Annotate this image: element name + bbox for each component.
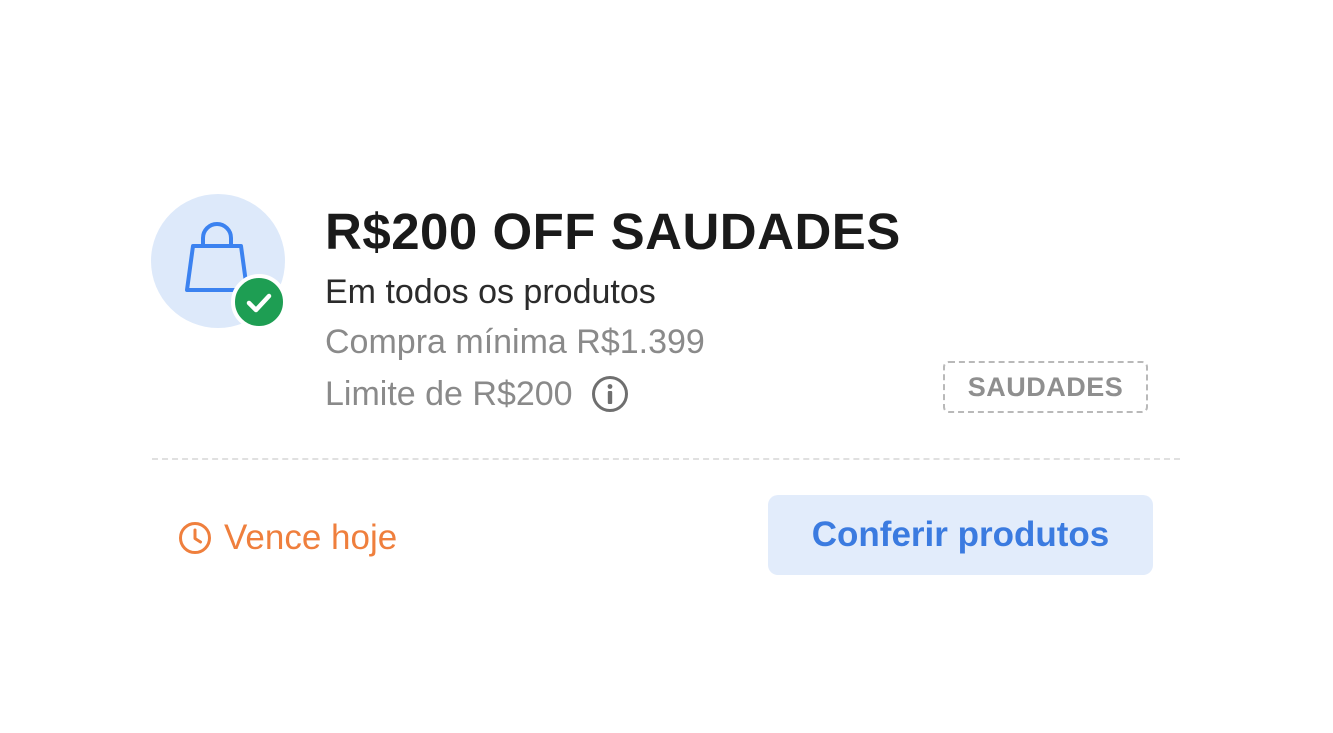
clock-icon [179, 522, 211, 554]
coupon-title: R$200 OFF SAUDADES [325, 203, 901, 260]
dashed-divider [152, 458, 1180, 460]
expiry-text: Vence hoje [224, 518, 398, 557]
limit-row: Limite de R$200 [325, 372, 629, 416]
check-products-button[interactable]: Conferir produtos [768, 495, 1153, 575]
discount-limit: Limite de R$200 [325, 374, 573, 413]
coupon-code: SAUDADES [967, 371, 1124, 402]
info-icon[interactable] [591, 375, 629, 413]
expiry-info: Vence hoje [178, 515, 397, 561]
minimum-purchase: Compra mínima R$1.399 [325, 323, 705, 361]
check-badge [231, 274, 287, 330]
check-products-label: Conferir produtos [811, 515, 1110, 554]
check-icon [246, 293, 272, 313]
coupon-code-box[interactable]: SAUDADES [943, 361, 1148, 413]
coupon-scope: Em todos os produtos [325, 273, 656, 311]
coupon-icon-group [151, 194, 287, 330]
coupon-card: R$200 OFF SAUDADES Em todos os produtos … [0, 0, 1333, 733]
